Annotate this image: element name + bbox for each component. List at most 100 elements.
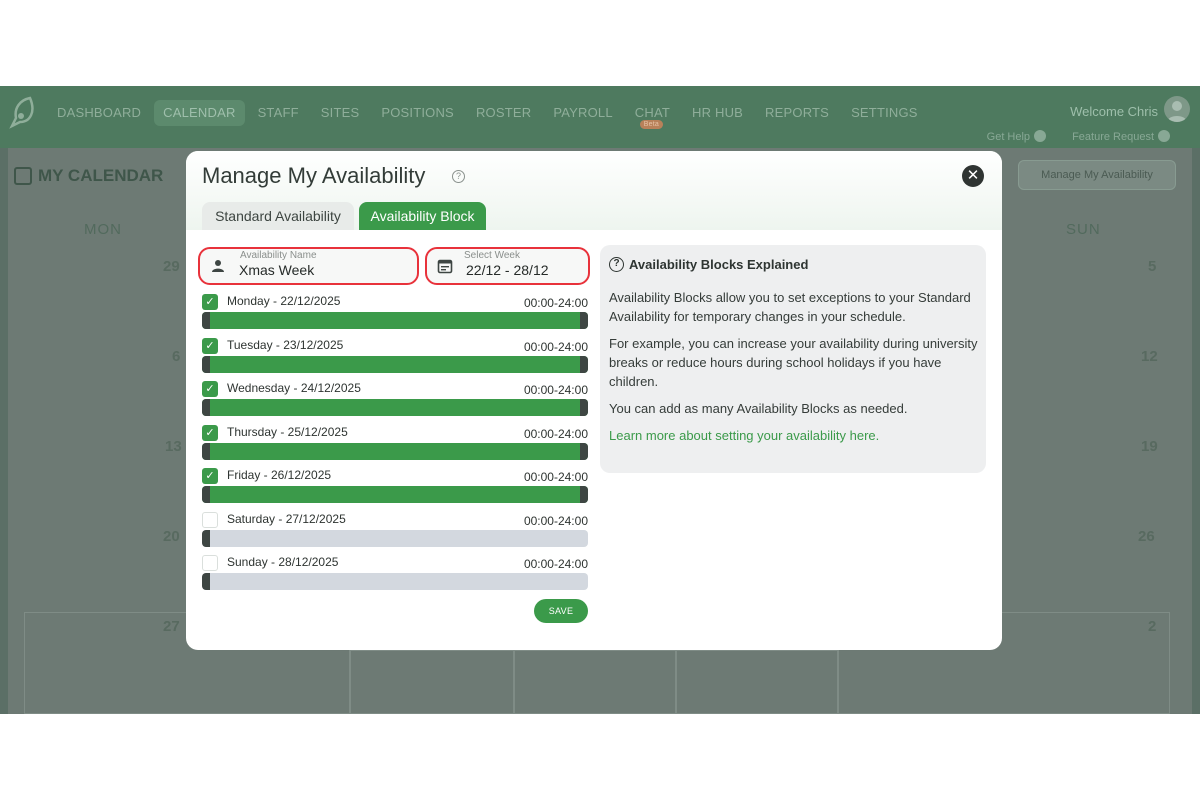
slider-start-handle[interactable] bbox=[202, 442, 210, 460]
calendar-icon bbox=[437, 259, 453, 274]
slider-start-handle[interactable] bbox=[202, 355, 210, 373]
select-week-field[interactable]: Select Week 22/12 - 28/12 bbox=[425, 247, 590, 285]
day-label: Monday - 22/12/2025 bbox=[227, 294, 341, 308]
availability-fill bbox=[202, 399, 588, 416]
day-row: Saturday - 27/12/2025 00:00-24:00 bbox=[202, 511, 588, 548]
tab-availability-block[interactable]: Availability Block bbox=[359, 202, 486, 230]
nav-reports[interactable]: REPORTS bbox=[756, 100, 838, 126]
get-help-link[interactable]: Get Help bbox=[986, 130, 1047, 143]
day-checkbox[interactable] bbox=[202, 555, 218, 571]
day-label: Wednesday - 24/12/2025 bbox=[227, 381, 361, 395]
day-checkbox[interactable]: ✓ bbox=[202, 381, 218, 397]
info-paragraph: For example, you can increase your avail… bbox=[609, 336, 978, 389]
day-label: Thursday - 25/12/2025 bbox=[227, 424, 348, 439]
info-panel: ? Availability Blocks Explained Availabil… bbox=[600, 245, 986, 473]
day-time-range: 00:00-24:00 bbox=[523, 426, 588, 441]
calendar-date: 5 bbox=[1148, 258, 1157, 275]
availability-slider[interactable] bbox=[202, 312, 588, 329]
nav-payroll[interactable]: PAYROLL bbox=[544, 100, 621, 126]
nav-menu: DASHBOARD CALENDAR STAFF SITES POSITIONS… bbox=[48, 100, 927, 129]
day-row: Sunday - 28/12/2025 00:00-24:00 bbox=[202, 555, 588, 591]
availability-name-label: Availability Name bbox=[240, 250, 317, 261]
close-button[interactable]: ✕ bbox=[962, 165, 984, 187]
user-avatar[interactable] bbox=[1164, 96, 1190, 122]
slider-end-handle[interactable] bbox=[580, 486, 588, 503]
info-title-text: Availability Blocks Explained bbox=[629, 257, 809, 272]
availability-slider[interactable] bbox=[202, 399, 588, 416]
day-time-range: 00:00-24:00 bbox=[523, 513, 588, 528]
help-icon bbox=[1034, 130, 1047, 142]
top-navigation: DASHBOARD CALENDAR STAFF SITES POSITIONS… bbox=[0, 86, 1200, 148]
availability-slider[interactable] bbox=[202, 573, 588, 590]
slider-start-handle[interactable] bbox=[202, 312, 210, 329]
slider-end-handle[interactable] bbox=[580, 312, 588, 329]
nav-sites[interactable]: SITES bbox=[312, 100, 369, 126]
nav-positions[interactable]: POSITIONS bbox=[372, 100, 463, 126]
calendar-date: 12 bbox=[1141, 348, 1158, 365]
day-checkbox[interactable]: ✓ bbox=[202, 337, 218, 354]
day-checkbox[interactable]: ✓ bbox=[202, 424, 218, 441]
nav-hr-hub[interactable]: HR HUB bbox=[683, 100, 752, 126]
calendar-date: 13 bbox=[165, 438, 182, 455]
nav-chat[interactable]: CHAT Beta bbox=[626, 100, 679, 129]
slider-start-handle[interactable] bbox=[202, 399, 210, 416]
calendar-icon bbox=[14, 167, 32, 185]
day-time-range: 00:00-24:00 bbox=[523, 296, 588, 310]
nav-staff[interactable]: STAFF bbox=[249, 100, 308, 126]
availability-fill bbox=[202, 355, 588, 373]
calendar-date: 6 bbox=[172, 348, 181, 365]
nav-dashboard[interactable]: DASHBOARD bbox=[48, 100, 150, 126]
nav-chat-label: CHAT bbox=[634, 105, 670, 120]
feature-request-label: Feature Request bbox=[1072, 131, 1154, 143]
save-button[interactable]: SAVE bbox=[534, 599, 588, 623]
help-links: Get Help Feature Request bbox=[987, 130, 1170, 143]
bulb-icon bbox=[1158, 130, 1170, 142]
day-label: Tuesday - 23/12/2025 bbox=[227, 337, 344, 352]
info-paragraph: You can add as many Availability Blocks … bbox=[609, 401, 908, 416]
day-row: ✓ Monday - 22/12/2025 00:00-24:00 bbox=[202, 294, 588, 330]
day-row: ✓ Tuesday - 23/12/2025 00:00-24:00 bbox=[202, 337, 588, 374]
get-help-label: Get Help bbox=[986, 131, 1031, 143]
calendar-date: 29 bbox=[163, 258, 180, 275]
help-icon[interactable]: ? bbox=[452, 170, 465, 183]
calendar-date: 20 bbox=[163, 528, 180, 545]
day-label: Friday - 26/12/2025 bbox=[227, 468, 332, 482]
feature-request-link[interactable]: Feature Request bbox=[1072, 130, 1170, 143]
welcome-text: Welcome Chris bbox=[1070, 104, 1158, 119]
availability-slider[interactable] bbox=[202, 355, 588, 373]
availability-name-value: Xmas Week bbox=[239, 262, 315, 278]
availability-fill bbox=[202, 442, 588, 460]
nav-roster[interactable]: ROSTER bbox=[467, 100, 540, 126]
day-header-sun: SUN bbox=[1066, 221, 1101, 238]
slider-start-handle[interactable] bbox=[202, 573, 210, 590]
slider-start-handle[interactable] bbox=[202, 486, 210, 503]
nav-calendar[interactable]: CALENDAR bbox=[154, 100, 245, 126]
info-paragraph: Availability Blocks allow you to set exc… bbox=[609, 290, 971, 324]
question-icon: ? bbox=[609, 257, 624, 272]
slider-start-handle[interactable] bbox=[202, 529, 210, 547]
day-checkbox[interactable]: ✓ bbox=[202, 468, 218, 484]
day-checkbox[interactable] bbox=[202, 511, 218, 528]
slider-end-handle[interactable] bbox=[580, 442, 588, 460]
nav-settings[interactable]: SETTINGS bbox=[842, 100, 927, 126]
manage-availability-button[interactable]: Manage My Availability bbox=[1018, 160, 1176, 190]
day-row: ✓ Wednesday - 24/12/2025 00:00-24:00 bbox=[202, 381, 588, 417]
learn-more-link[interactable]: Learn more about setting your availabili… bbox=[609, 428, 879, 443]
slider-end-handle[interactable] bbox=[580, 355, 588, 373]
day-label: Saturday - 27/12/2025 bbox=[227, 511, 346, 526]
availability-name-field[interactable]: Availability Name Xmas Week bbox=[198, 247, 419, 285]
availability-slider[interactable] bbox=[202, 529, 588, 547]
day-time-range: 00:00-24:00 bbox=[523, 557, 588, 571]
day-checkbox[interactable]: ✓ bbox=[202, 294, 218, 310]
availability-fill bbox=[202, 486, 588, 503]
day-row: ✓ Thursday - 25/12/2025 00:00-24:00 bbox=[202, 424, 588, 461]
day-time-range: 00:00-24:00 bbox=[523, 339, 588, 354]
calendar-cell bbox=[676, 650, 838, 714]
availability-slider[interactable] bbox=[202, 442, 588, 460]
availability-slider[interactable] bbox=[202, 486, 588, 503]
tab-standard-availability[interactable]: Standard Availability bbox=[202, 202, 354, 230]
calendar-cell bbox=[514, 650, 676, 714]
calendar-title-text: MY CALENDAR bbox=[38, 166, 164, 185]
slider-end-handle[interactable] bbox=[580, 399, 588, 416]
beta-badge: Beta bbox=[639, 120, 663, 129]
